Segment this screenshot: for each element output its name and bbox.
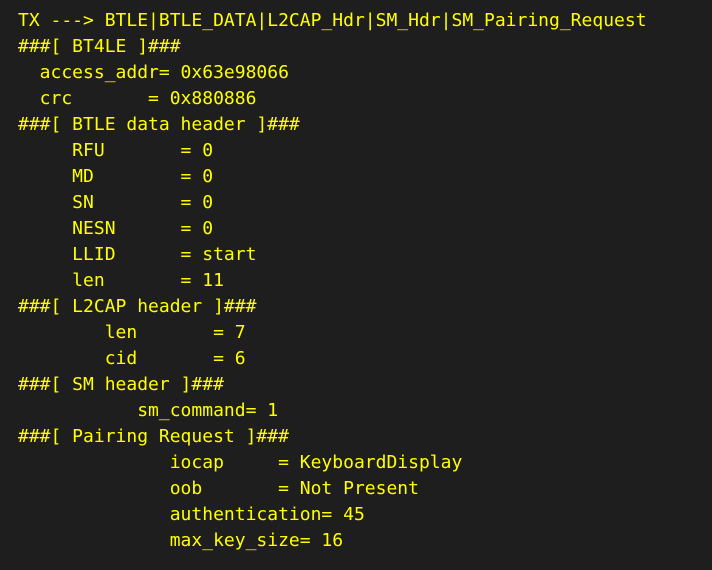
terminal-line-md: MD = 0 xyxy=(18,166,214,187)
terminal-line-l2cap-header: ###[ L2CAP header ]### xyxy=(18,296,257,317)
terminal-line-iocap: iocap = KeyboardDisplay xyxy=(18,452,463,473)
terminal-line-l2cap-cid: cid = 6 xyxy=(18,348,246,369)
terminal-line-oob: oob = Not Present xyxy=(18,478,419,499)
terminal-line-l2cap-len: len = 7 xyxy=(18,322,246,343)
terminal-line-crc: crc = 0x880886 xyxy=(18,88,257,109)
terminal-line-sm-command: sm_command= 1 xyxy=(18,400,279,421)
terminal-line-btle-len: len = 11 xyxy=(18,270,224,291)
terminal-line-llid: LLID = start xyxy=(18,244,257,265)
terminal-line-max-key-size: max_key_size= 16 xyxy=(18,530,344,551)
terminal-line-pairing-request-header: ###[ Pairing Request ]### xyxy=(18,426,289,447)
terminal-line-tx-summary: TX ---> BTLE|BTLE_DATA|L2CAP_Hdr|SM_Hdr|… xyxy=(18,10,647,31)
terminal-line-access-addr: access_addr= 0x63e98066 xyxy=(18,62,289,83)
terminal-output[interactable]: TX ---> BTLE|BTLE_DATA|L2CAP_Hdr|SM_Hdr|… xyxy=(0,0,712,570)
terminal-line-btle-data-header: ###[ BTLE data header ]### xyxy=(18,114,300,135)
terminal-line-nesn: NESN = 0 xyxy=(18,218,214,239)
terminal-line-authentication: authentication= 45 xyxy=(18,504,365,525)
terminal-line-bt4le-header: ###[ BT4LE ]### xyxy=(18,36,181,57)
terminal-line-rfu: RFU = 0 xyxy=(18,140,214,161)
terminal-line-sn: SN = 0 xyxy=(18,192,214,213)
terminal-line-sm-header: ###[ SM header ]### xyxy=(18,374,224,395)
